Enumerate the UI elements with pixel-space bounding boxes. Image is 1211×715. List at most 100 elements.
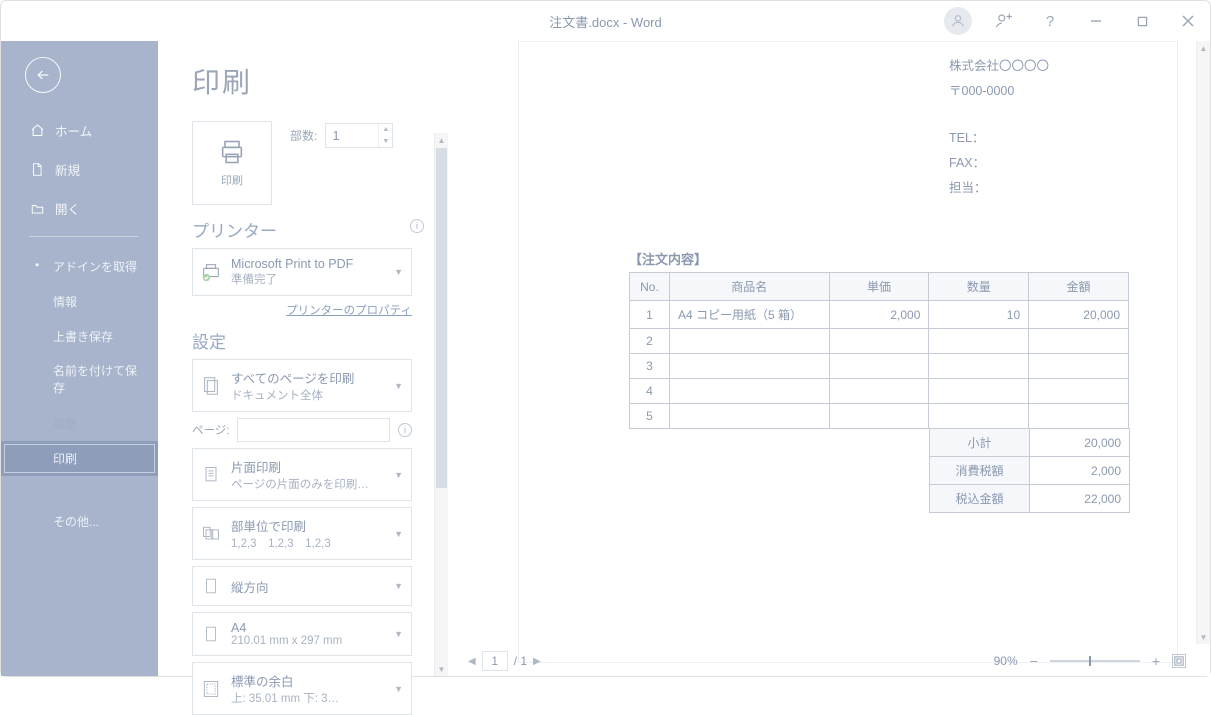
sidebar-item-open[interactable]: 開く: [1, 189, 158, 228]
next-page-button[interactable]: ▶: [533, 656, 541, 667]
scroll-down-button[interactable]: ▼: [435, 662, 448, 676]
sidebar-new-label: 新規: [55, 160, 80, 179]
chevron-down-icon: ▼: [392, 629, 405, 639]
doc-tel: TEL：: [949, 126, 1137, 151]
print-range-dropdown[interactable]: すべてのページを印刷 ドキュメント全体 ▼: [192, 359, 412, 412]
th-item: 商品名: [669, 273, 829, 301]
home-icon: [29, 123, 45, 138]
pages-icon: [199, 375, 223, 397]
new-icon: [29, 162, 45, 177]
sidebar-item-addins[interactable]: アドインを取得: [1, 249, 158, 284]
chevron-down-icon: ▼: [392, 581, 405, 591]
sidebar-item-home[interactable]: ホーム: [1, 111, 158, 150]
print-button[interactable]: 印刷: [192, 121, 272, 205]
sidebar-item-new[interactable]: 新規: [1, 150, 158, 189]
zoom-in-button[interactable]: +: [1148, 653, 1164, 669]
zoom-out-button[interactable]: −: [1026, 653, 1042, 669]
total-value: 22,000: [1030, 485, 1130, 513]
sidebar-home-label: ホーム: [55, 121, 92, 140]
scroll-down-button[interactable]: ▼: [1197, 630, 1210, 644]
backstage-sidebar: ホーム 新規 開く アドインを取得 情報 上書き保存 名前を付けて保存 履歴 印…: [1, 41, 158, 676]
th-price: 単価: [829, 273, 929, 301]
settings-heading: 設定: [192, 328, 434, 353]
printer-icon: [217, 138, 247, 166]
collate-dropdown[interactable]: 部単位で印刷 1,2,3 1,2,3 1,2,3 ▼: [192, 507, 412, 560]
summary-table: 小計20,000 消費税額2,000 税込金額22,000: [929, 428, 1130, 513]
copies-down-button[interactable]: ▼: [379, 136, 392, 148]
tax-label: 消費税額: [930, 457, 1030, 485]
scroll-up-button[interactable]: ▲: [435, 133, 448, 147]
close-button[interactable]: [1174, 7, 1202, 35]
settings-scrollbar[interactable]: ▲ ▼: [434, 133, 448, 676]
paper-line1: A4: [231, 621, 384, 635]
window-title: 注文書.docx - Word: [549, 12, 661, 31]
copies-label: 部数:: [290, 127, 317, 144]
title-filename: 注文書.docx: [549, 15, 619, 30]
sidebar-item-print[interactable]: 印刷: [1, 441, 158, 476]
margins-line1: 標準の余白: [231, 671, 384, 690]
total-label: 税込金額: [930, 485, 1030, 513]
pages-input[interactable]: [237, 418, 390, 442]
zoom-controls: 90% − +: [994, 653, 1186, 669]
margins-dropdown[interactable]: 標準の余白 上: 35.01 mm 下: 3… ▼: [192, 662, 412, 715]
copies-input[interactable]: [326, 124, 378, 147]
current-page-input[interactable]: [482, 651, 508, 671]
zoom-slider[interactable]: [1050, 660, 1140, 662]
doc-postal: 〒000-0000: [949, 79, 1137, 104]
printer-status: 準備完了: [231, 271, 384, 287]
zoom-slider-handle[interactable]: [1089, 656, 1091, 666]
print-range-line1: すべてのページを印刷: [231, 368, 384, 387]
chevron-down-icon: ▼: [392, 267, 405, 277]
coming-soon-icon[interactable]: [990, 7, 1018, 35]
collate-icon: [199, 524, 223, 544]
table-header-row: No. 商品名 単価 数量 金額: [630, 273, 1129, 301]
margins-line2: 上: 35.01 mm 下: 3…: [231, 690, 384, 706]
tax-value: 2,000: [1030, 457, 1130, 485]
scroll-up-button[interactable]: ▲: [1197, 41, 1210, 55]
preview-scrollbar[interactable]: ▲ ▼: [1196, 41, 1210, 644]
copies-spinner[interactable]: ▲ ▼: [325, 123, 393, 148]
sidebar-open-label: 開く: [55, 199, 80, 218]
account-icon[interactable]: [944, 7, 972, 35]
chevron-down-icon: ▼: [392, 470, 405, 480]
info-icon[interactable]: i: [398, 423, 412, 437]
table-row: 3: [630, 354, 1129, 379]
paper-size-dropdown[interactable]: A4 210.01 mm x 297 mm ▼: [192, 612, 412, 656]
paper-line2: 210.01 mm x 297 mm: [231, 635, 384, 647]
sidebar-divider: [29, 236, 138, 237]
sidebar-item-saveas[interactable]: 名前を付けて保存: [1, 354, 158, 406]
window-controls: ?: [944, 7, 1202, 35]
open-icon: [29, 202, 45, 216]
page-total: / 1: [514, 654, 527, 668]
printer-dropdown[interactable]: Microsoft Print to PDF 準備完了 ▼: [192, 248, 412, 296]
prev-page-button[interactable]: ◀: [468, 656, 476, 667]
sidebar-item-info[interactable]: 情報: [1, 284, 158, 319]
zoom-fit-button[interactable]: [1172, 654, 1186, 668]
doc-order-heading: 【注文内容】: [629, 249, 1137, 268]
sidebar-item-save[interactable]: 上書き保存: [1, 319, 158, 354]
minimize-button[interactable]: [1082, 7, 1110, 35]
doc-company: 株式会社〇〇〇〇: [949, 54, 1137, 79]
printer-properties-link[interactable]: プリンターのプロパティ: [192, 302, 412, 318]
print-button-label: 印刷: [221, 172, 243, 188]
copies-up-button[interactable]: ▲: [379, 124, 392, 136]
portrait-icon: [199, 575, 223, 597]
orientation-dropdown[interactable]: 縦方向 ▼: [192, 566, 412, 606]
maximize-button[interactable]: [1128, 7, 1156, 35]
th-no: No.: [630, 273, 670, 301]
back-button[interactable]: [25, 57, 61, 93]
paper-icon: [199, 623, 223, 645]
info-icon[interactable]: i: [410, 219, 424, 233]
scroll-thumb[interactable]: [436, 148, 447, 488]
doc-fax: FAX：: [949, 151, 1137, 176]
help-button[interactable]: ?: [1036, 7, 1064, 35]
chevron-down-icon: ▼: [392, 381, 405, 391]
sidebar-item-history: 履歴: [1, 406, 158, 441]
duplex-dropdown[interactable]: 片面印刷 ページの片面のみを印刷… ▼: [192, 448, 412, 501]
subtotal-value: 20,000: [1030, 429, 1130, 457]
main: ホーム 新規 開く アドインを取得 情報 上書き保存 名前を付けて保存 履歴 印…: [1, 41, 1210, 676]
orientation-line1: 縦方向: [231, 577, 384, 596]
sidebar-item-more[interactable]: その他...: [1, 504, 158, 539]
printer-ready-icon: [199, 261, 223, 283]
margins-icon: [199, 678, 223, 700]
